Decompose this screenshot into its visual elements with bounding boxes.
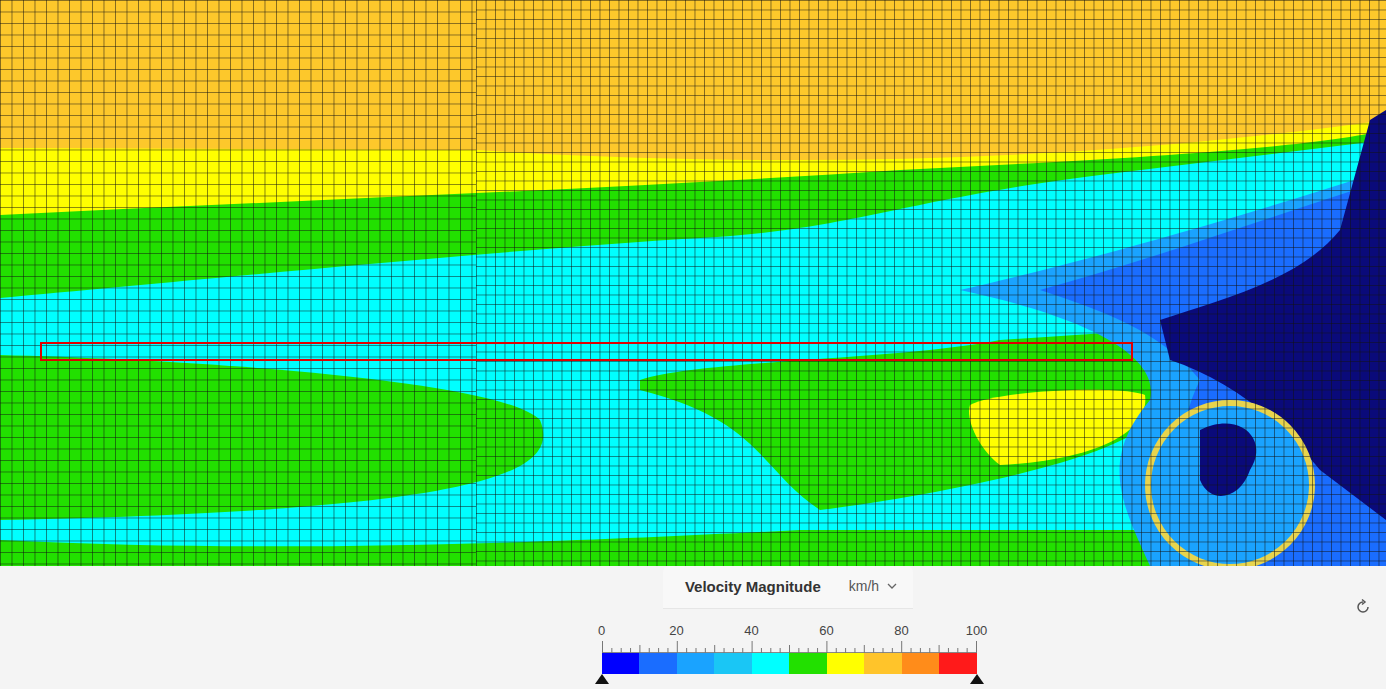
tick-marks — [602, 639, 977, 653]
unit-label: km/h — [849, 578, 879, 594]
tick-labels: 020406080100 — [602, 623, 977, 639]
chevron-down-icon — [887, 583, 897, 589]
velocity-contour-plot[interactable] — [0, 0, 1386, 566]
tick-label: 40 — [744, 623, 758, 638]
color-band — [864, 653, 902, 674]
color-band — [677, 653, 715, 674]
color-band — [714, 653, 752, 674]
tick-label: 100 — [966, 623, 988, 638]
legend-title: Velocity Magnitude — [685, 578, 821, 595]
selection-box[interactable] — [41, 343, 1132, 360]
unit-dropdown[interactable]: km/h — [849, 578, 897, 594]
color-band — [602, 653, 640, 674]
tick-label: 60 — [819, 623, 833, 638]
color-band — [639, 653, 677, 674]
color-band — [789, 653, 827, 674]
color-band — [902, 653, 940, 674]
tick-label: 80 — [894, 623, 908, 638]
color-band — [939, 653, 977, 674]
reset-view-icon[interactable] — [1354, 598, 1372, 616]
simulation-viewer: Velocity Magnitude km/h 0 20 40 60 80 100 — [0, 0, 1386, 689]
color-legend: Velocity Magnitude km/h 0 20 40 60 80 100 — [589, 566, 989, 684]
color-bar — [602, 653, 977, 674]
range-max-handle[interactable] — [970, 674, 984, 684]
viewport[interactable] — [0, 0, 1386, 566]
tick-label: 20 — [669, 623, 683, 638]
range-handles — [602, 674, 977, 684]
tick-label: 0 — [598, 623, 605, 638]
color-band — [752, 653, 790, 674]
legend-header: Velocity Magnitude km/h — [663, 566, 913, 609]
range-min-handle[interactable] — [595, 674, 609, 684]
legend-panel: Velocity Magnitude km/h 0 20 40 60 80 100 — [0, 566, 1386, 689]
legend-scale: 020406080100 — [602, 623, 977, 684]
color-band — [827, 653, 865, 674]
